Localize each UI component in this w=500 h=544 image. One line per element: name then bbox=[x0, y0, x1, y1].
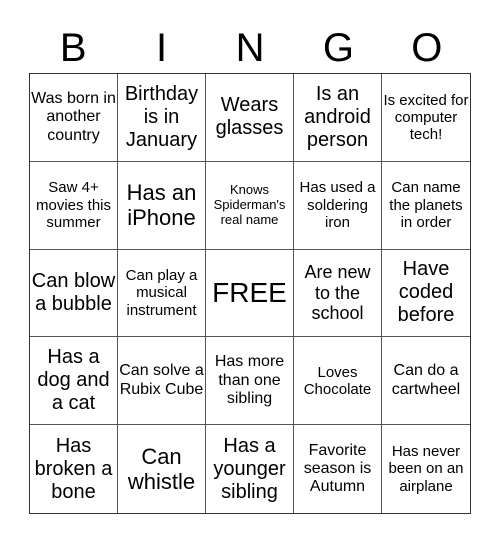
bingo-cell[interactable]: Birthday is in January bbox=[118, 74, 206, 162]
bingo-cell[interactable]: Has more than one sibling bbox=[206, 337, 294, 426]
header-letter-i: I bbox=[156, 26, 168, 70]
bingo-cell[interactable]: Has an iPhone bbox=[118, 161, 206, 250]
bingo-cell[interactable]: Can do a cartwheel bbox=[382, 337, 470, 426]
free-space[interactable]: FREE bbox=[206, 249, 294, 338]
bingo-header: B I N G O bbox=[29, 24, 471, 72]
bingo-cell[interactable]: Was born in another country bbox=[30, 74, 118, 162]
bingo-cell[interactable]: Wears glasses bbox=[206, 74, 294, 162]
bingo-cell[interactable]: Has never been on an airplane bbox=[382, 425, 470, 513]
bingo-cell[interactable]: Can blow a bubble bbox=[30, 249, 118, 338]
bingo-cell[interactable]: Is excited for computer tech! bbox=[382, 74, 470, 162]
bingo-cell[interactable]: Have coded before bbox=[382, 250, 470, 338]
bingo-cell[interactable]: Has used a soldering iron bbox=[294, 161, 382, 250]
bingo-grid: Was born in another country Birthday is … bbox=[29, 73, 471, 514]
bingo-cell[interactable]: Has a dog and a cat bbox=[30, 337, 118, 426]
header-letter-b: B bbox=[59, 26, 87, 70]
bingo-cell[interactable]: Are new to the school bbox=[294, 249, 382, 338]
bingo-cell[interactable]: Can name the planets in order bbox=[382, 162, 470, 250]
header-letter-n: N bbox=[235, 26, 265, 70]
bingo-cell[interactable]: Loves Chocolate bbox=[294, 337, 382, 426]
bingo-cell[interactable]: Has broken a bone bbox=[30, 425, 118, 513]
bingo-cell[interactable]: Favorite season is Autumn bbox=[294, 425, 382, 513]
bingo-cell[interactable]: Can play a musical instrument bbox=[118, 249, 206, 338]
bingo-cell[interactable]: Knows Spiderman's real name bbox=[206, 161, 294, 250]
bingo-cell[interactable]: Is an android person bbox=[294, 74, 382, 162]
bingo-cell[interactable]: Has a younger sibling bbox=[206, 425, 294, 513]
bingo-cell[interactable]: Saw 4+ movies this summer bbox=[30, 161, 118, 250]
bingo-cell[interactable]: Can solve a Rubix Cube bbox=[118, 337, 206, 426]
header-letter-g: G bbox=[322, 26, 354, 70]
header-letter-o: O bbox=[411, 26, 443, 70]
bingo-cell[interactable]: Can whistle bbox=[118, 425, 206, 513]
